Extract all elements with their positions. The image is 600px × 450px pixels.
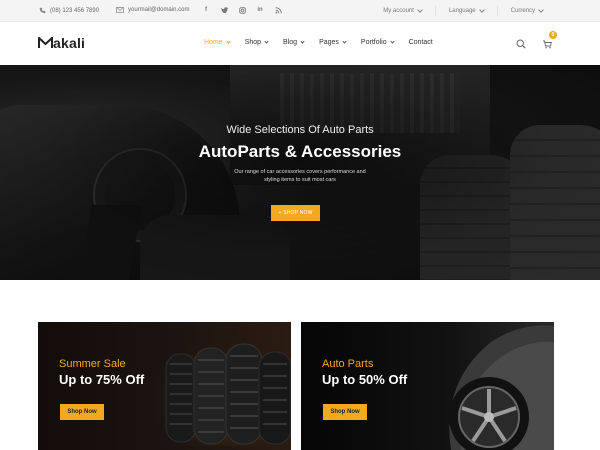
email-text: yourmail@domain.com xyxy=(128,7,190,13)
top-bar: (08) 123 456 7890 yourmail@domain.com f … xyxy=(0,0,600,22)
instagram-icon[interactable] xyxy=(238,6,246,14)
banner-shop-now-button[interactable]: Shop Now xyxy=(323,404,367,420)
banner-headline: Up to 75% Off xyxy=(59,372,145,387)
mail-icon xyxy=(116,7,124,13)
currency-dropdown[interactable]: Currency xyxy=(496,6,556,16)
nav-contact[interactable]: Contact xyxy=(409,39,433,46)
chevron-down-icon xyxy=(478,7,485,13)
phone-text: (08) 123 456 7890 xyxy=(50,7,100,14)
nav-home[interactable]: Home xyxy=(204,39,231,46)
chevron-down-icon xyxy=(342,39,347,44)
banner-label: Summer Sale xyxy=(59,358,126,370)
promo-banner-auto-parts[interactable]: Auto Parts Up to 50% Off Shop Now xyxy=(301,322,554,450)
chevron-down-icon xyxy=(538,7,544,13)
my-account-dropdown[interactable]: My account xyxy=(370,6,435,16)
promo-banner-summer-sale[interactable]: Summer Sale Up to 75% Off Shop Now xyxy=(38,322,291,450)
linkedin-icon[interactable]: in xyxy=(256,6,264,14)
cart-button[interactable]: 0 xyxy=(542,31,557,54)
social-links: f in xyxy=(202,6,282,14)
language-dropdown[interactable]: Language xyxy=(434,6,497,16)
site-logo[interactable]: akali xyxy=(38,35,85,51)
logo-m-icon xyxy=(38,37,53,48)
banner-shop-now-button[interactable]: Shop Now xyxy=(60,404,104,420)
shop-now-button[interactable]: + SHOP NOW xyxy=(271,205,320,221)
chevron-down-icon xyxy=(389,39,395,44)
nav-blog[interactable]: Blog xyxy=(283,39,305,46)
car-wheel-image xyxy=(449,325,554,450)
hero-subtitle: Wide Selections Of Auto Parts xyxy=(226,124,374,136)
banner-headline: Up to 50% Off xyxy=(322,372,408,387)
nav-shop[interactable]: Shop xyxy=(245,39,269,46)
phone-icon xyxy=(39,7,46,14)
banner-label: Auto Parts xyxy=(322,358,374,370)
hero-slider: Wide Selections Of Auto Parts AutoParts … xyxy=(0,65,600,280)
search-icon[interactable] xyxy=(516,36,526,54)
tires-image xyxy=(156,334,291,446)
facebook-icon[interactable]: f xyxy=(202,6,210,14)
cart-count-badge: 0 xyxy=(549,31,557,39)
hero-description: Our range of car accessories covers perf… xyxy=(234,169,366,183)
cart-icon xyxy=(543,40,552,49)
rss-icon[interactable] xyxy=(274,6,282,14)
chevron-down-icon xyxy=(300,39,305,44)
chevron-down-icon xyxy=(264,39,269,44)
email-contact[interactable]: yourmail@domain.com xyxy=(116,7,189,13)
phone-contact[interactable]: (08) 123 456 7890 xyxy=(39,7,99,14)
topbar-dropdowns: My account Language Currency xyxy=(370,6,556,16)
header-icons: 0 xyxy=(516,31,557,54)
chevron-down-icon xyxy=(226,39,231,44)
logo-text: akali xyxy=(53,35,86,51)
nav-pages[interactable]: Pages xyxy=(319,39,347,46)
hero-title: AutoParts & Accessories xyxy=(198,142,402,161)
twitter-icon[interactable] xyxy=(220,6,228,14)
main-nav: Home Shop Blog Pages Portfolio Contact xyxy=(204,39,448,46)
nav-portfolio[interactable]: Portfolio xyxy=(361,39,395,46)
main-header: akali Home Shop Blog Pages Portfolio Con… xyxy=(0,22,600,65)
chevron-down-icon xyxy=(417,7,423,13)
